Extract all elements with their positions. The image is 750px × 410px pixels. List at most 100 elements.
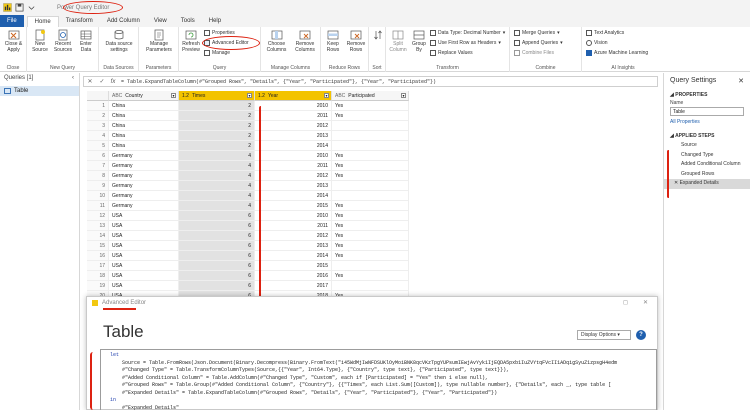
manage-parameters-button[interactable]: Manage Parameters [141, 29, 177, 53]
confirm-icon[interactable]: ✓ [96, 78, 108, 85]
chevron-down-icon[interactable]: ▾ [401, 93, 406, 98]
table-cell[interactable]: Yes [332, 201, 409, 211]
row-number[interactable]: 19 [87, 281, 109, 291]
help-icon[interactable]: ? [636, 330, 646, 340]
table-row[interactable]: 5 China 2 2014 [87, 141, 412, 151]
table-cell[interactable]: 4 [179, 201, 255, 211]
enter-data-button[interactable]: Enter Data [76, 29, 96, 53]
table-cell[interactable]: 6 [179, 271, 255, 281]
table-cell[interactable]: 2015 [255, 201, 332, 211]
table-cell[interactable]: 2012 [255, 121, 332, 131]
close-icon[interactable]: ✕ [643, 299, 648, 306]
row-number[interactable]: 3 [87, 121, 109, 131]
table-cell[interactable]: China [109, 141, 179, 151]
table-cell[interactable]: USA [109, 281, 179, 291]
keep-rows-button[interactable]: Keep Rows [323, 29, 343, 53]
table-cell[interactable]: Germany [109, 181, 179, 191]
row-number[interactable]: 18 [87, 271, 109, 281]
table-row[interactable]: 6 Germany 4 2010 Yes [87, 151, 412, 161]
table-cell[interactable]: 2015 [255, 261, 332, 271]
table-cell[interactable]: 2011 [255, 111, 332, 121]
table-cell[interactable]: Germany [109, 191, 179, 201]
row-number[interactable]: 14 [87, 231, 109, 241]
display-options-dropdown[interactable]: Display Options ▾ [577, 330, 631, 340]
tab-view[interactable]: View [147, 16, 174, 27]
table-cell[interactable]: Yes [332, 171, 409, 181]
table-cell[interactable]: China [109, 131, 179, 141]
table-cell[interactable]: 2014 [255, 191, 332, 201]
table-cell[interactable]: USA [109, 221, 179, 231]
remove-columns-button[interactable]: Remove Columns [291, 29, 319, 53]
applied-step[interactable]: ✕ Expanded Details [664, 179, 750, 189]
column-header-times[interactable]: 1.2 Times ▾ [179, 91, 255, 101]
use-first-row-headers-button[interactable]: Use First Row as Headers ▾ [430, 39, 501, 46]
row-number[interactable]: 13 [87, 221, 109, 231]
table-cell[interactable]: USA [109, 231, 179, 241]
split-column-button[interactable]: Split Column [388, 29, 408, 53]
table-cell[interactable]: 2016 [255, 271, 332, 281]
tab-help[interactable]: Help [202, 16, 228, 27]
collapse-icon[interactable]: ‹ [72, 73, 74, 84]
table-cell[interactable]: Yes [332, 271, 409, 281]
table-cell[interactable] [332, 141, 409, 151]
tab-tools[interactable]: Tools [174, 16, 202, 27]
table-cell[interactable]: 2017 [255, 281, 332, 291]
table-cell[interactable]: 2 [179, 121, 255, 131]
append-queries-button[interactable]: Append Queries ▾ [514, 39, 563, 46]
table-row[interactable]: 11 Germany 4 2015 Yes [87, 201, 412, 211]
applied-step[interactable]: Changed Type [664, 151, 750, 161]
table-cell[interactable]: Yes [332, 221, 409, 231]
table-row[interactable]: 9 Germany 4 2013 [87, 181, 412, 191]
column-header-country[interactable]: ABC Country ▾ [109, 91, 179, 101]
azure-ml-button[interactable]: Azure Machine Learning [586, 49, 648, 56]
table-cell[interactable]: 4 [179, 151, 255, 161]
row-number[interactable]: 2 [87, 111, 109, 121]
table-cell[interactable]: China [109, 111, 179, 121]
chevron-down-icon[interactable] [27, 3, 36, 12]
table-row[interactable]: 2 China 2 2011 Yes [87, 111, 412, 121]
table-cell[interactable]: Germany [109, 201, 179, 211]
applied-step[interactable]: Grouped Rows [664, 170, 750, 180]
table-cell[interactable]: 2013 [255, 241, 332, 251]
table-row[interactable]: 1 China 2 2010 Yes [87, 101, 412, 111]
table-row[interactable]: 18 USA 6 2016 Yes [87, 271, 412, 281]
table-row[interactable]: 10 Germany 4 2014 [87, 191, 412, 201]
query-name-input[interactable]: Table [670, 107, 744, 116]
table-cell[interactable]: 2014 [255, 141, 332, 151]
table-cell[interactable]: 4 [179, 161, 255, 171]
chevron-down-icon[interactable]: ▾ [171, 93, 176, 98]
table-cell[interactable]: 2013 [255, 181, 332, 191]
row-number[interactable]: 7 [87, 161, 109, 171]
save-icon[interactable] [15, 3, 24, 12]
tab-add-column[interactable]: Add Column [100, 16, 147, 27]
table-cell[interactable]: China [109, 121, 179, 131]
cancel-icon[interactable]: ✕ [84, 78, 96, 85]
row-number[interactable]: 15 [87, 241, 109, 251]
table-cell[interactable]: USA [109, 241, 179, 251]
table-cell[interactable] [332, 261, 409, 271]
table-cell[interactable]: 6 [179, 241, 255, 251]
choose-columns-button[interactable]: Choose Columns [263, 29, 290, 53]
table-cell[interactable]: 4 [179, 171, 255, 181]
table-cell[interactable]: 6 [179, 231, 255, 241]
table-cell[interactable]: Yes [332, 251, 409, 261]
query-item-table[interactable]: Table [0, 86, 79, 96]
row-number[interactable]: 9 [87, 181, 109, 191]
table-cell[interactable] [332, 191, 409, 201]
table-cell[interactable]: 2010 [255, 101, 332, 111]
table-cell[interactable]: 2012 [255, 171, 332, 181]
column-header-participated[interactable]: ABC Participated ▾ [332, 91, 409, 101]
table-cell[interactable]: 6 [179, 281, 255, 291]
table-cell[interactable]: 2011 [255, 221, 332, 231]
table-cell[interactable]: 2 [179, 131, 255, 141]
grid-corner[interactable] [87, 91, 109, 101]
code-editor[interactable]: let Source = Table.FromRows(Json.Documen… [100, 349, 657, 410]
table-cell[interactable] [332, 181, 409, 191]
table-cell[interactable]: 2010 [255, 151, 332, 161]
chevron-down-icon[interactable]: ▾ [324, 93, 329, 98]
recent-sources-button[interactable]: Recent Sources [52, 29, 74, 53]
text-analytics-button[interactable]: Text Analytics [586, 29, 624, 36]
applied-step[interactable]: Added Conditional Column [664, 160, 750, 170]
maximize-icon[interactable]: ◻ [623, 299, 628, 306]
table-cell[interactable]: Yes [332, 101, 409, 111]
